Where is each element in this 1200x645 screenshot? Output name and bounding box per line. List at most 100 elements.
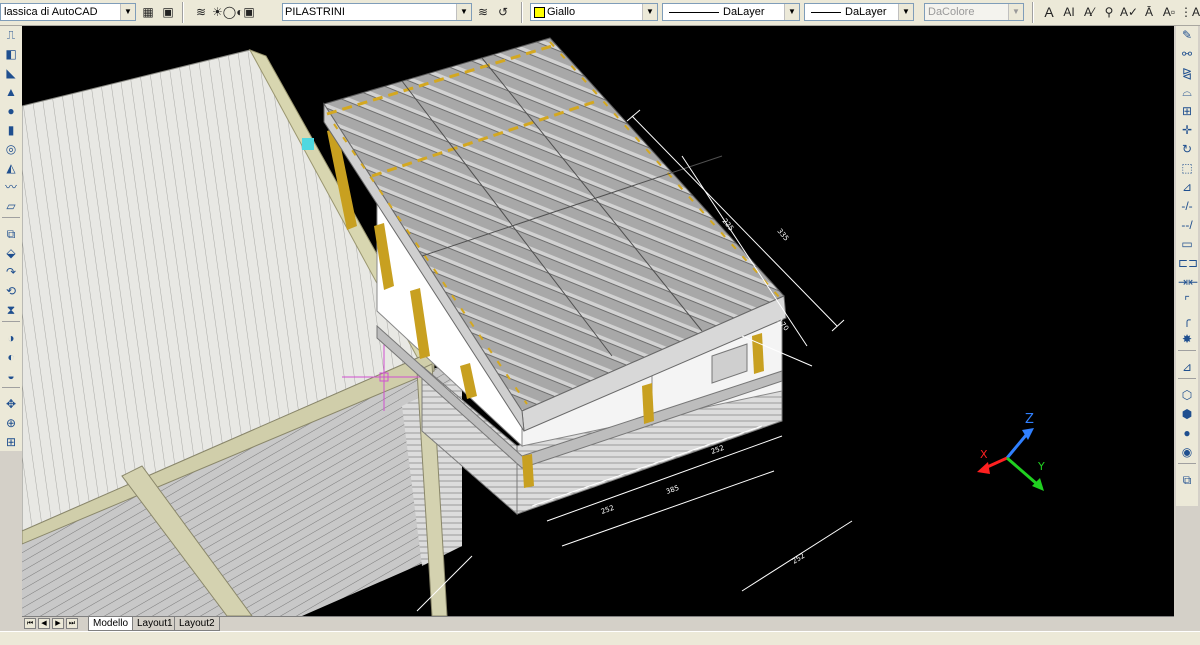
- dimension-label: 335: [775, 227, 790, 242]
- left-modeling-toolbar: ⎍ ◧ ◣ ▲ ● ▮ ◎ ◭ 〰 ▱ ⧉ ⬙ ↷ ⟲ ⧗ ◑ ◐ ◒ ✥ ⊕ …: [0, 26, 22, 451]
- copy-icon[interactable]: ⚯: [1178, 46, 1196, 63]
- separator: [1032, 2, 1034, 23]
- last-tab-button[interactable]: ⏭: [66, 618, 78, 629]
- conceptual-icon[interactable]: ◉: [1178, 444, 1196, 461]
- make-layer-current-icon[interactable]: ≋: [474, 3, 492, 21]
- planar-surface-icon[interactable]: ▱: [2, 198, 20, 215]
- model-canvas[interactable]: 225 170 335 252 385 252 252 Z X Y: [22, 26, 1174, 616]
- intersect-icon[interactable]: ◒: [2, 368, 20, 385]
- join-icon[interactable]: ⇥⇤: [1178, 274, 1198, 291]
- next-tab-button[interactable]: ▶: [52, 618, 64, 629]
- ucs-icon[interactable]: ⊿: [1178, 359, 1196, 376]
- array-icon[interactable]: ⊞: [1178, 103, 1196, 120]
- separator: [1178, 350, 1196, 357]
- text-style-icon[interactable]: Ā: [1140, 3, 1158, 21]
- separator: [182, 2, 184, 23]
- linetype-select[interactable]: DaLayer ▼: [662, 3, 800, 21]
- find-text-icon[interactable]: ⚲: [1100, 3, 1118, 21]
- separator: [1178, 463, 1196, 470]
- model-viewport[interactable]: 225 170 335 252 385 252 252 Z X Y: [22, 26, 1174, 616]
- chamfer-icon[interactable]: ⌜: [1178, 293, 1196, 310]
- layer-state-icons[interactable]: ☀◯◐▣: [212, 3, 274, 21]
- break-icon[interactable]: ⊏⊐: [1178, 255, 1198, 272]
- cyan-marker: [302, 138, 314, 150]
- cylinder-icon[interactable]: ▮: [2, 122, 20, 139]
- color-value: Giallo: [547, 6, 576, 18]
- 3d-rotate-icon[interactable]: ⊕: [2, 415, 20, 432]
- presspull-icon[interactable]: ⬙: [2, 245, 20, 262]
- linetype-value: DaLayer: [723, 6, 765, 18]
- fillet-icon[interactable]: ╭: [1178, 312, 1196, 329]
- move-icon[interactable]: ✛: [1178, 122, 1196, 139]
- visual-styles-manager-icon[interactable]: ⧉: [1178, 472, 1196, 489]
- 3d-align-icon[interactable]: ⊞: [2, 434, 20, 451]
- tab-layout1[interactable]: Layout1: [132, 617, 178, 631]
- trim-icon[interactable]: -/-: [1178, 198, 1196, 215]
- union-icon[interactable]: ◑: [2, 330, 20, 347]
- helix-icon[interactable]: 〰: [2, 179, 20, 196]
- edit-text-icon[interactable]: A⁄: [1080, 3, 1098, 21]
- plotstyle-value: DaColore: [928, 6, 975, 18]
- erase-icon[interactable]: ✎: [1178, 27, 1196, 44]
- polysolid-icon[interactable]: ⎍: [2, 27, 20, 44]
- mirror-icon[interactable]: ⧎: [1178, 65, 1196, 82]
- ucs-axis-icon: Z X Y: [977, 412, 1045, 491]
- separator: [2, 321, 20, 328]
- tab-layout2[interactable]: Layout2: [174, 617, 220, 631]
- plotstyle-select[interactable]: DaColore ▼: [924, 3, 1024, 21]
- layer-value: PILASTRINI: [285, 6, 345, 18]
- rotate-icon[interactable]: ↻: [1178, 141, 1196, 158]
- workspace-save-icon[interactable]: ▣: [159, 3, 177, 21]
- offset-icon[interactable]: ⌓: [1178, 84, 1196, 101]
- cone-icon[interactable]: ▲: [2, 84, 20, 101]
- wedge-icon[interactable]: ◣: [2, 65, 20, 82]
- justify-text-icon[interactable]: ⋮A: [1180, 3, 1200, 21]
- workspace-select[interactable]: lassica di AutoCAD ▼: [0, 3, 136, 21]
- layer-previous-icon[interactable]: ↺: [494, 3, 512, 21]
- lineweight-select[interactable]: DaLayer ▼: [804, 3, 914, 21]
- scale-icon[interactable]: ⬚: [1178, 160, 1196, 177]
- wireframe-icon[interactable]: ⬡: [1178, 387, 1196, 404]
- first-tab-button[interactable]: ⏮: [24, 618, 36, 629]
- status-bar: [0, 631, 1200, 645]
- sphere-icon[interactable]: ●: [2, 103, 20, 120]
- revolve-icon[interactable]: ⟲: [2, 283, 20, 300]
- y-axis: [1006, 456, 1038, 486]
- right-modify-toolbar: ✎ ⚯ ⧎ ⌓ ⊞ ✛ ↻ ⬚ ⊿ -/- --/ ▭ ⊏⊐ ⇥⇤ ⌜ ╭ ✸ …: [1176, 26, 1198, 506]
- realistic-icon[interactable]: ●: [1178, 425, 1196, 442]
- top-toolbar: lassica di AutoCAD ▼ ▦ ▣ ≋ ☀◯◐▣ PILASTRI…: [0, 0, 1200, 26]
- separator: [521, 2, 523, 23]
- multiline-text-icon[interactable]: A: [1040, 3, 1058, 21]
- previous-tab-button[interactable]: ◀: [38, 618, 50, 629]
- dimension-tick: [831, 319, 845, 332]
- separator: [2, 387, 20, 394]
- subtract-icon[interactable]: ◐: [2, 349, 20, 366]
- loft-icon[interactable]: ⧗: [2, 302, 20, 319]
- extrude-icon[interactable]: ⧉: [2, 226, 20, 243]
- single-line-text-icon[interactable]: AI: [1060, 3, 1078, 21]
- box-icon[interactable]: ◧: [2, 46, 20, 63]
- chevron-down-icon: ▼: [642, 4, 657, 20]
- layer-manager-icon[interactable]: ≋: [192, 3, 210, 21]
- stretch-icon[interactable]: ⊿: [1178, 179, 1196, 196]
- pyramid-icon[interactable]: ◭: [2, 160, 20, 177]
- break-at-point-icon[interactable]: ▭: [1178, 236, 1196, 253]
- workspace-settings-icon[interactable]: ▦: [139, 3, 157, 21]
- dimension-label: 385: [665, 484, 680, 496]
- linetype-preview: [669, 12, 719, 13]
- spell-check-icon[interactable]: A✓: [1120, 3, 1138, 21]
- explode-icon[interactable]: ✸: [1178, 331, 1196, 348]
- extend-icon[interactable]: --/: [1178, 217, 1196, 234]
- 3d-move-icon[interactable]: ✥: [2, 396, 20, 413]
- sweep-icon[interactable]: ↷: [2, 264, 20, 281]
- color-select[interactable]: Giallo ▼: [530, 3, 658, 21]
- hidden-icon[interactable]: ⬢: [1178, 406, 1196, 423]
- layer-select[interactable]: PILASTRINI ▼: [282, 3, 472, 21]
- scale-text-icon[interactable]: A▫: [1160, 3, 1178, 21]
- separator: [2, 217, 20, 224]
- yellow-column: [642, 383, 654, 424]
- tab-modello[interactable]: Modello: [88, 617, 134, 631]
- separator: [1178, 378, 1196, 385]
- torus-icon[interactable]: ◎: [2, 141, 20, 158]
- z-axis-label: Z: [1025, 412, 1034, 427]
